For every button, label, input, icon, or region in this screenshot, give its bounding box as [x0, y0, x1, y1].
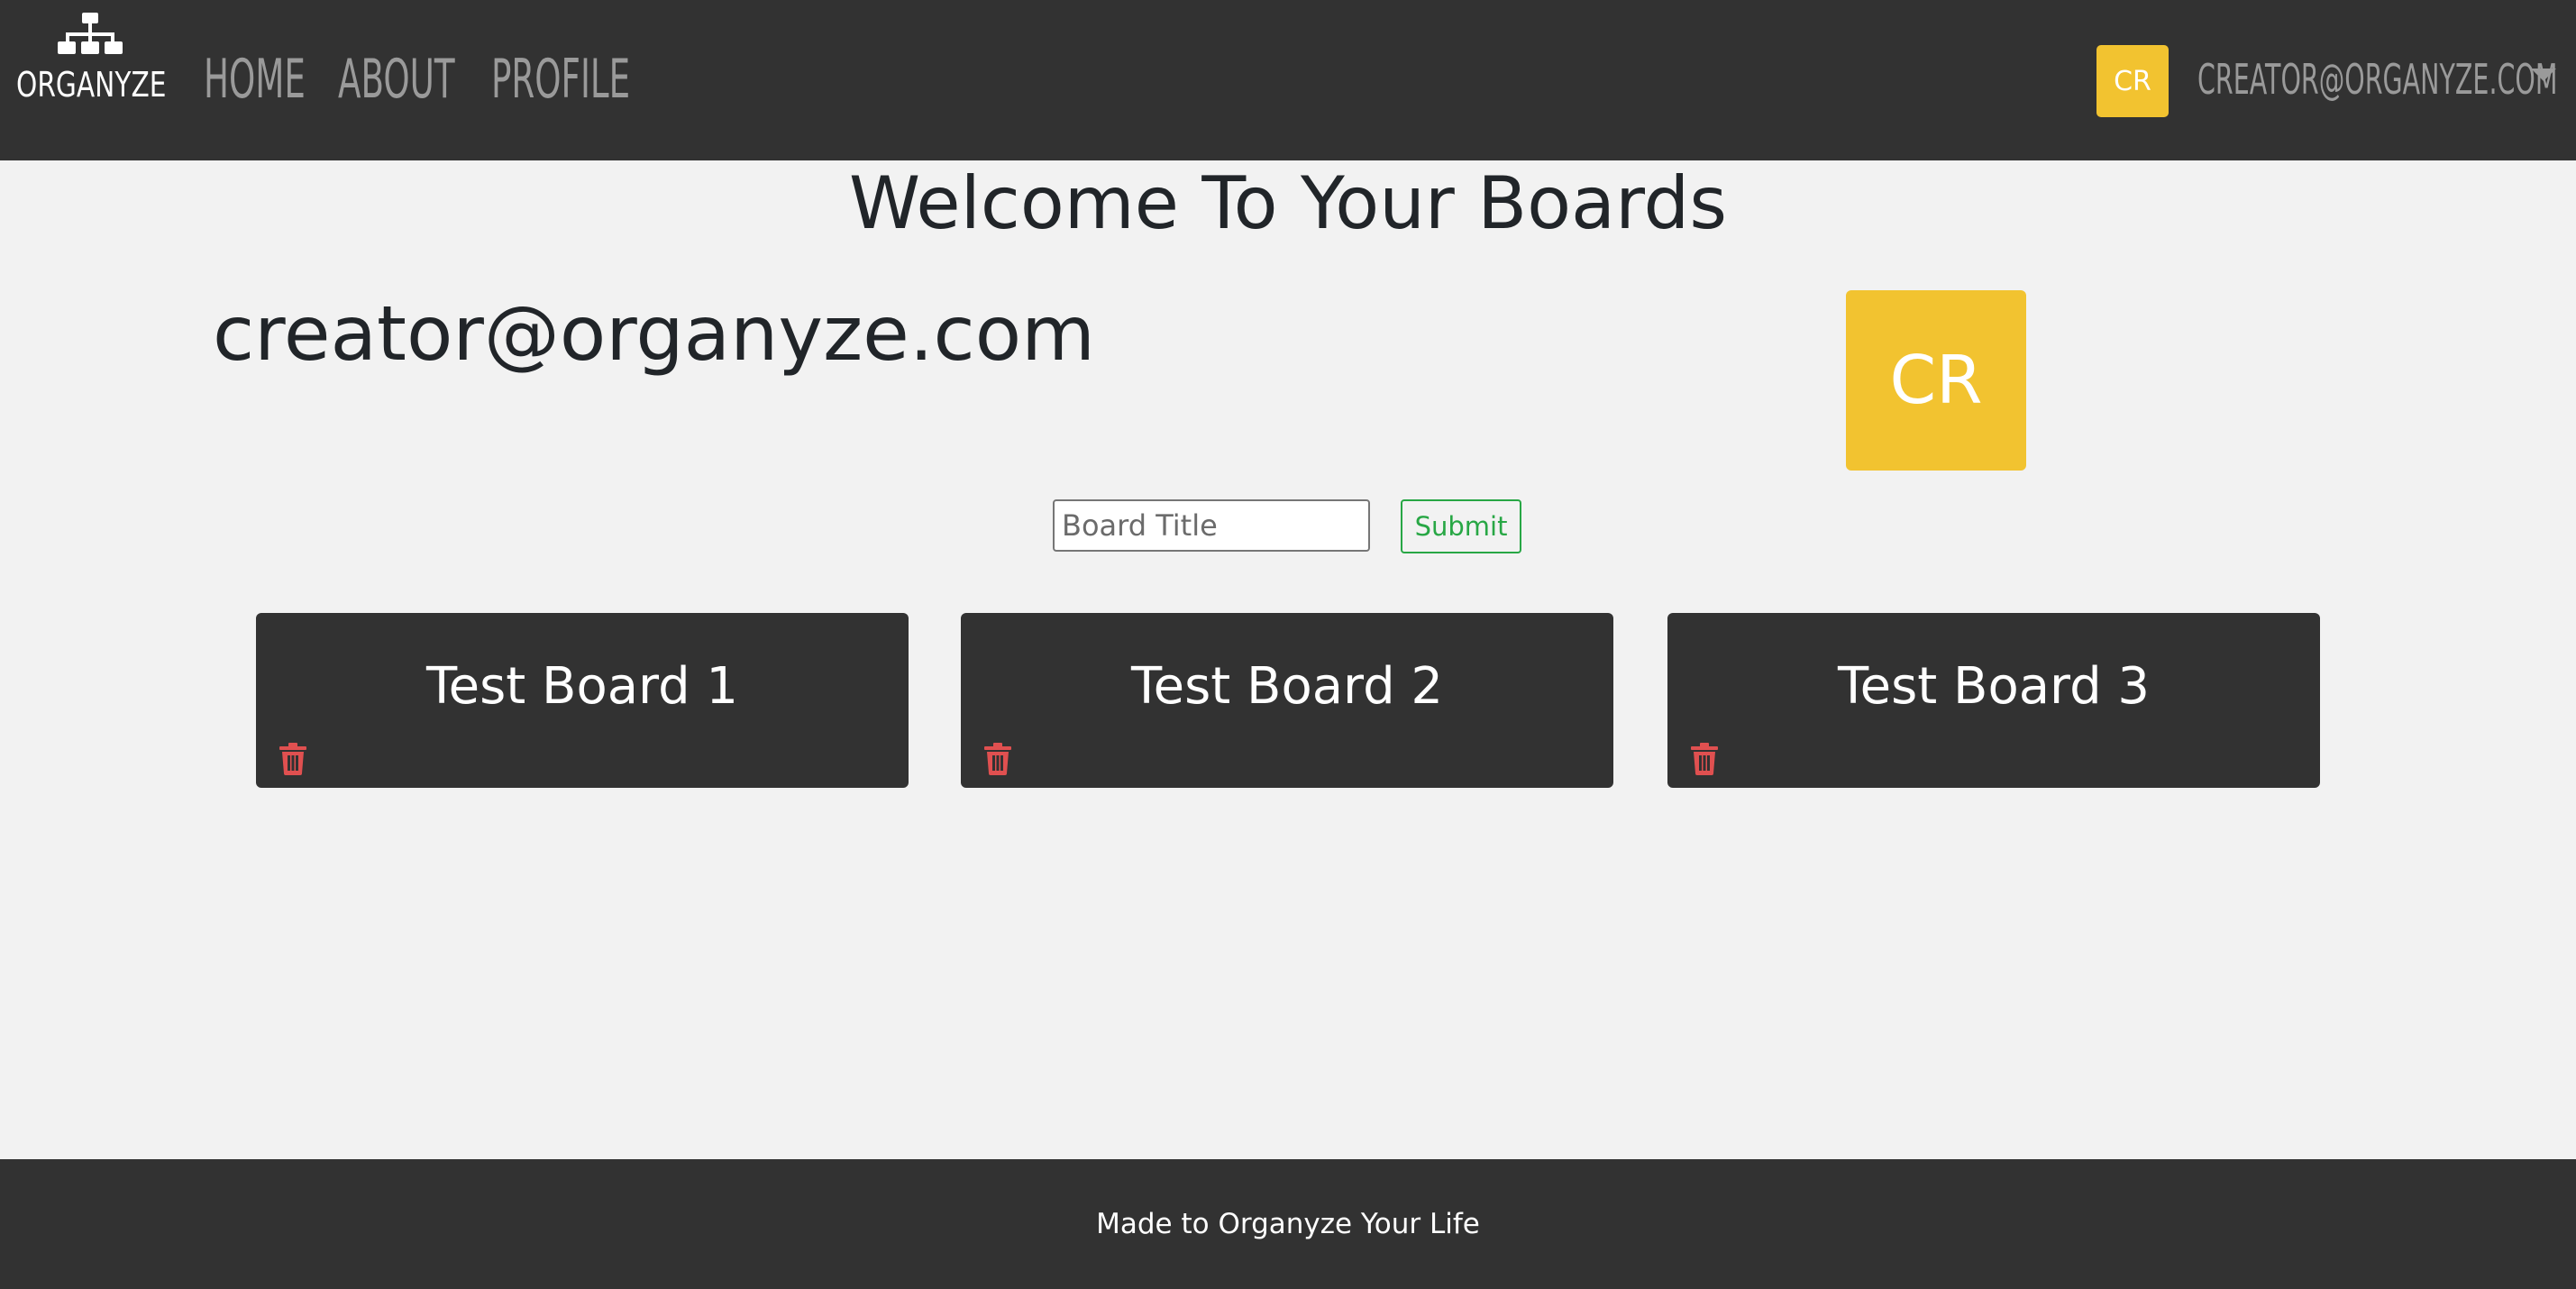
brand-logo[interactable]: ORGANYZE [16, 13, 167, 121]
profile-avatar: CR [1846, 290, 2026, 471]
submit-button[interactable]: Submit [1401, 499, 1521, 553]
footer-text: Made to Organyze Your Life [1096, 1208, 1480, 1240]
board-title: Test Board 2 [1130, 657, 1444, 716]
nav-user-email[interactable]: CREATOR@ORGANYZE.COM [2197, 50, 2557, 108]
chevron-down-icon[interactable] [2531, 69, 2556, 81]
board-title: Test Board 3 [1837, 657, 2151, 716]
board-card[interactable]: Test Board 3 [1667, 613, 2320, 788]
page: ORGANYZE HOME ABOUT PROFILE CR CREATOR@O… [0, 0, 2576, 1289]
trash-icon[interactable] [1691, 743, 1718, 775]
board-title: Test Board 1 [425, 657, 739, 716]
footer: Made to Organyze Your Life [0, 1159, 2576, 1289]
board-card[interactable]: Test Board 2 [961, 613, 1613, 788]
trash-icon[interactable] [279, 743, 306, 775]
nav-link-about[interactable]: ABOUT [338, 43, 455, 115]
page-title: Welcome To Your Boards [848, 161, 1728, 245]
navbar: ORGANYZE HOME ABOUT PROFILE CR CREATOR@O… [0, 0, 2576, 160]
board-card[interactable]: Test Board 1 [256, 613, 909, 788]
nav-link-home[interactable]: HOME [204, 43, 306, 115]
board-title-input[interactable] [1053, 499, 1370, 552]
profile-email: creator@organyze.com [213, 289, 1095, 378]
sitemap-icon [58, 13, 123, 54]
nav-link-profile[interactable]: PROFILE [491, 43, 630, 115]
nav-avatar[interactable]: CR [2096, 45, 2169, 117]
trash-icon[interactable] [984, 743, 1011, 775]
brand-name: ORGANYZE [16, 65, 167, 105]
